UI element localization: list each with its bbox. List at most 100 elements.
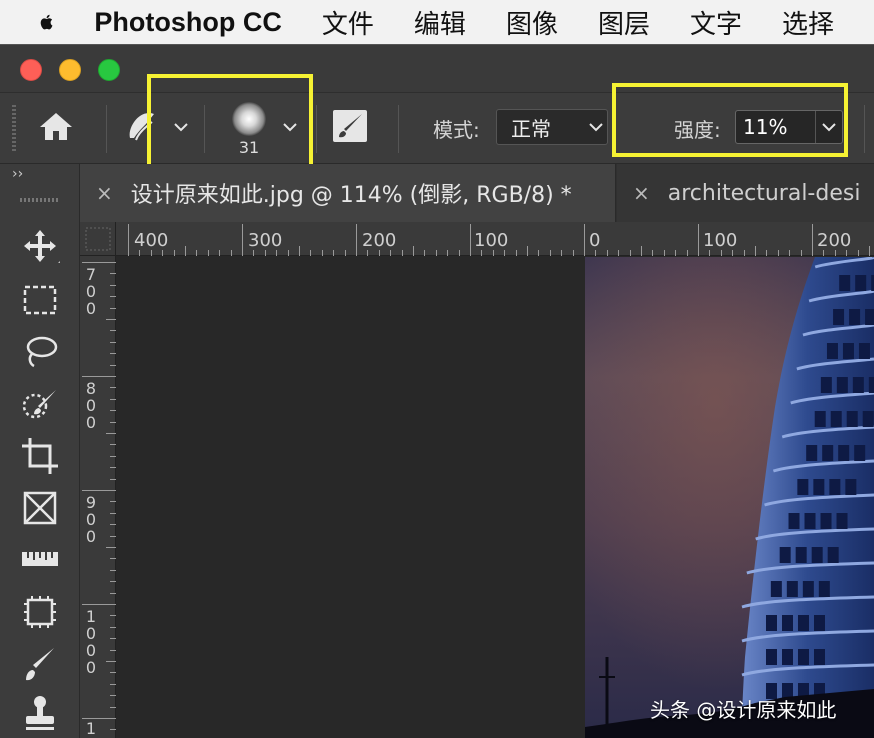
apple-logo-icon[interactable] (38, 7, 56, 37)
brush-preset-highlight-box (147, 74, 313, 170)
tool-frame[interactable] (20, 488, 60, 528)
building-window (804, 513, 816, 529)
document-tab-inactive[interactable]: × architectural-desi (617, 164, 874, 222)
ruler-tick (310, 250, 312, 256)
ruler-tick (698, 224, 699, 256)
ruler-tick (470, 224, 471, 256)
building-window (813, 479, 825, 495)
ruler-tick (287, 250, 289, 256)
ruler-tick (675, 250, 677, 256)
ruler-tick (743, 250, 745, 256)
tool-clone-stamp[interactable] (20, 694, 60, 734)
crop-tool-icon (22, 438, 58, 474)
close-tab-icon[interactable]: × (96, 181, 113, 205)
ruler-tick (106, 319, 116, 320)
ruler-tick (110, 421, 116, 423)
ruler-tick (641, 246, 642, 256)
ruler-tick (110, 524, 116, 526)
ruler-origin-corner[interactable] (80, 222, 116, 256)
document-image[interactable] (585, 257, 874, 738)
menu-app-name[interactable]: Photoshop CC (94, 7, 281, 38)
building-window (852, 377, 864, 393)
canvas-pasteboard[interactable] (117, 257, 585, 738)
tool-marquee[interactable] (20, 280, 60, 320)
ruler-tick (110, 273, 116, 275)
ruler-tick (106, 433, 116, 434)
building-window (829, 479, 841, 495)
building-window (770, 581, 782, 597)
collapse-panel-button[interactable]: ›› (12, 166, 23, 182)
building-window (836, 513, 848, 529)
brush-settings-panel-icon[interactable] (332, 109, 368, 143)
tool-move[interactable] (20, 226, 62, 266)
close-tab-icon[interactable]: × (633, 181, 650, 205)
menu-layer[interactable]: 图层 (598, 4, 650, 41)
menu-type[interactable]: 文字 (690, 4, 742, 41)
ruler-tick (321, 250, 323, 256)
ruler-tick (800, 250, 802, 256)
ruler-label: 700 (85, 265, 97, 318)
ruler-tick (618, 250, 620, 256)
tool-ruler[interactable] (20, 540, 60, 580)
chevron-down-icon[interactable] (587, 120, 605, 134)
ruler-tick (110, 569, 116, 571)
document-tab-active[interactable]: × 设计原来如此.jpg @ 114% (倒影, RGB/8) * (80, 164, 616, 222)
building-window (782, 649, 793, 665)
separator (398, 105, 399, 153)
minimize-window-button[interactable] (59, 59, 81, 81)
ruler-tick (230, 250, 232, 256)
ruler-tick (82, 490, 116, 491)
home-icon[interactable] (38, 110, 74, 142)
ruler-tick (458, 250, 460, 256)
ruler-tick (110, 558, 116, 560)
ruler-tick (344, 250, 346, 256)
menu-select[interactable]: 选择 (782, 4, 834, 41)
tool-crop[interactable] (20, 436, 60, 476)
panel-grip[interactable] (20, 198, 58, 202)
ruler-tick (110, 535, 116, 537)
building-window (830, 411, 842, 427)
ruler-label: 300 (248, 230, 283, 251)
ruler-label: 100 (474, 230, 509, 251)
ruler-tick (110, 592, 116, 594)
ruler-label: 100 (703, 230, 738, 251)
ruler-tick (663, 250, 665, 256)
ruler-tick (82, 262, 116, 263)
menu-file[interactable]: 文件 (322, 4, 374, 41)
ruler-tick (435, 250, 437, 256)
options-bar-grip[interactable] (12, 105, 16, 153)
building-window (846, 411, 858, 427)
ruler-tick (110, 387, 116, 389)
object-select-tool-icon (24, 596, 56, 628)
ruler-tick (549, 250, 551, 256)
building-window (798, 615, 809, 631)
ruler-tick (242, 224, 243, 256)
ruler-tick (401, 250, 403, 256)
building-window (820, 377, 832, 393)
ruler-tick (207, 250, 209, 256)
separator (106, 105, 107, 153)
ruler-tick (110, 649, 116, 651)
tool-quick-select[interactable] (20, 384, 60, 424)
building-window (779, 547, 791, 563)
building-window (827, 547, 839, 563)
building-window (814, 615, 825, 631)
building-window (782, 615, 793, 631)
menu-image[interactable]: 图像 (506, 4, 558, 41)
close-window-button[interactable] (20, 59, 42, 81)
tool-lasso[interactable] (20, 332, 60, 372)
ruler-tick (110, 478, 116, 480)
building-window (820, 513, 832, 529)
tool-brush[interactable] (20, 644, 60, 684)
building-window (838, 445, 850, 461)
zoom-window-button[interactable] (98, 59, 120, 81)
ruler-tick (812, 224, 813, 256)
tool-object-select[interactable] (20, 592, 60, 632)
building-window (855, 275, 867, 291)
building-window (865, 309, 874, 325)
ruler-tick (686, 250, 688, 256)
ruler-tick (447, 250, 449, 256)
menu-edit[interactable]: 编辑 (414, 4, 466, 41)
ruler-tick (110, 695, 116, 697)
building-window (766, 615, 777, 631)
